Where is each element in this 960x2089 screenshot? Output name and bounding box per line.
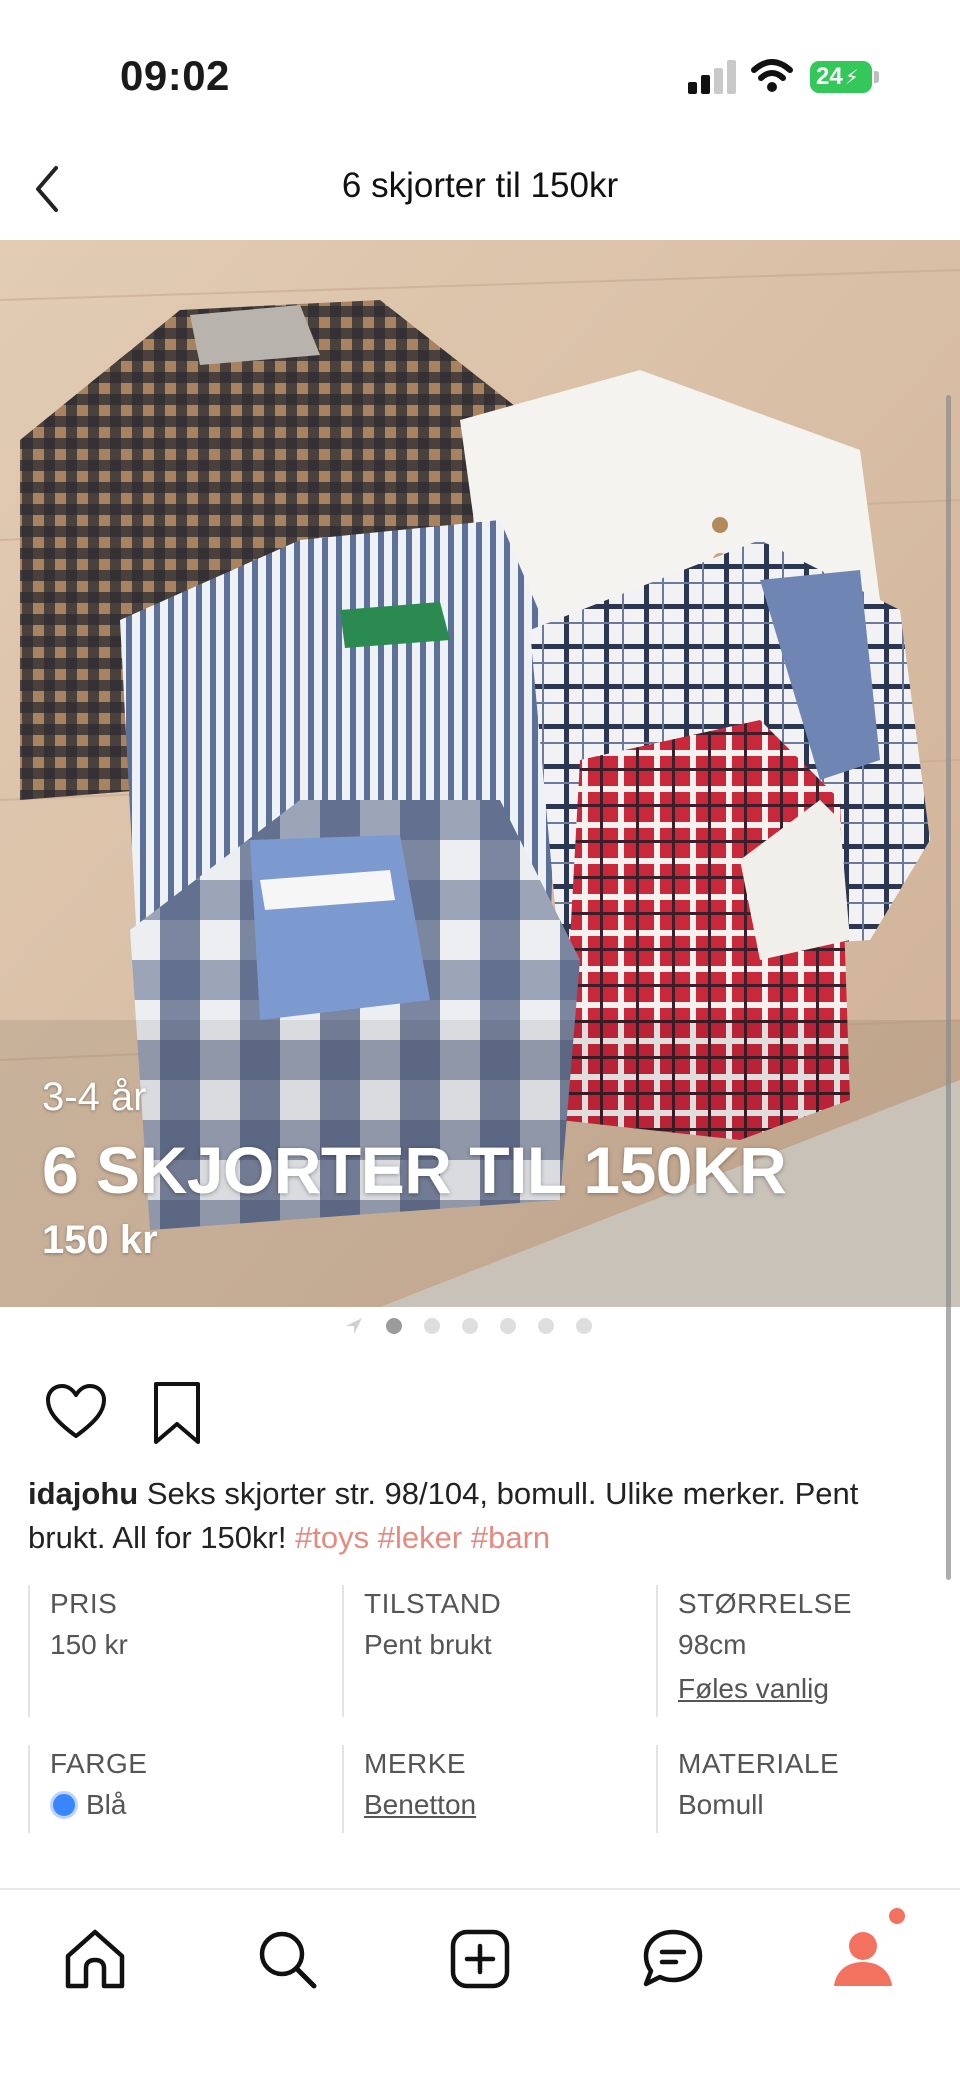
detail-material-value: Bomull: [678, 1789, 764, 1820]
signal-icon: [688, 60, 736, 94]
profile-icon: [834, 1932, 892, 1986]
scrollbar[interactable]: [946, 395, 951, 1580]
heart-icon[interactable]: [44, 1382, 108, 1442]
detail-condition: TILSTAND Pent brukt: [342, 1585, 632, 1717]
detail-price-label: PRIS: [50, 1588, 118, 1619]
location-arrow-icon: [346, 1318, 362, 1334]
tab-search[interactable]: [252, 1924, 322, 1994]
bookmark-icon[interactable]: [150, 1380, 204, 1446]
detail-condition-value: Pent brukt: [364, 1629, 492, 1660]
tab-profile[interactable]: [828, 1924, 898, 1994]
color-swatch: [50, 1791, 78, 1819]
battery-cap: [874, 71, 879, 83]
overlay-size-label: 3-4 år: [42, 1075, 147, 1119]
messages-icon: [643, 1929, 703, 1987]
detail-color: FARGE Blå: [28, 1745, 318, 1833]
hashtag-barn[interactable]: #barn: [471, 1520, 550, 1555]
tab-add[interactable]: [445, 1924, 515, 1994]
hashtag-toys[interactable]: #toys: [295, 1520, 369, 1555]
caption: idajohu Seks skjorter str. 98/104, bomul…: [28, 1472, 928, 1560]
detail-color-value-row: Blå: [50, 1783, 318, 1827]
carousel-dot[interactable]: [386, 1318, 402, 1334]
size-fit-link[interactable]: Føles vanlig: [678, 1667, 946, 1711]
detail-brand-label: MERKE: [364, 1748, 467, 1779]
detail-price-value: 150 kr: [50, 1629, 128, 1660]
product-photo[interactable]: 3-4 år 6 SKJORTER TIL 150KR 150 kr: [0, 240, 960, 1307]
carousel-dot[interactable]: [462, 1318, 478, 1334]
detail-color-value: Blå: [86, 1789, 127, 1820]
carousel-dot[interactable]: [538, 1318, 554, 1334]
detail-condition-label: TILSTAND: [364, 1588, 502, 1619]
hashtag-leker[interactable]: #leker: [378, 1520, 462, 1555]
search-icon: [259, 1931, 317, 1989]
carousel-dot[interactable]: [500, 1318, 516, 1334]
detail-size-value: 98cm: [678, 1629, 747, 1660]
detail-brand: MERKE Benetton: [342, 1745, 632, 1833]
carousel-dot[interactable]: [576, 1318, 592, 1334]
detail-color-label: FARGE: [50, 1748, 148, 1779]
carousel-indicator[interactable]: [0, 1312, 960, 1342]
detail-size-label: STØRRELSE: [678, 1588, 853, 1619]
battery-icon: 24 ⚡: [810, 61, 872, 93]
page-title: 6 skjorter til 150kr: [341, 166, 619, 205]
home-icon: [65, 1929, 125, 1989]
add-icon: [450, 1929, 510, 1989]
caption-username[interactable]: idajohu: [28, 1476, 138, 1511]
detail-price: PRIS 150 kr: [28, 1585, 318, 1717]
tab-messages[interactable]: [638, 1924, 708, 1994]
overlay-title: 6 SKJORTER TIL 150KR: [42, 1133, 787, 1207]
notification-dot: [889, 1908, 905, 1924]
carousel-dot[interactable]: [424, 1318, 440, 1334]
nav-bar: 6 skjorter til 150kr: [0, 150, 960, 240]
detail-size: STØRRELSE 98cm Føles vanlig: [656, 1585, 946, 1717]
wifi-icon: [751, 59, 793, 92]
tab-home[interactable]: [60, 1924, 130, 1994]
status-bar: 09:02 24 ⚡: [0, 0, 960, 150]
tab-bar: [0, 1888, 960, 2089]
detail-material: MATERIALE Bomull: [656, 1745, 946, 1833]
detail-material-label: MATERIALE: [678, 1748, 840, 1779]
status-time: 09:02: [120, 52, 230, 99]
battery-level: 24: [816, 63, 843, 90]
overlay-price: 150 kr: [42, 1218, 158, 1262]
brand-link[interactable]: Benetton: [364, 1783, 632, 1827]
